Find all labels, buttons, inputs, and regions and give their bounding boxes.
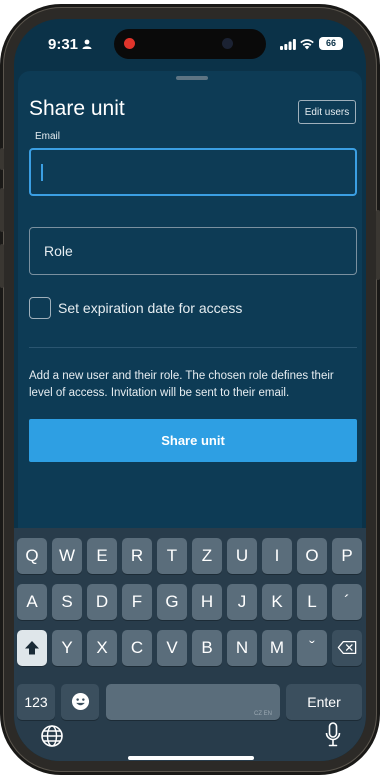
key[interactable]: I [262, 538, 292, 574]
key[interactable]: E [87, 538, 117, 574]
person-icon [82, 39, 92, 49]
space-language-hint: CZ EN [254, 711, 272, 717]
key[interactable]: J [227, 584, 257, 620]
text-caret [41, 164, 43, 181]
key[interactable]: N [227, 630, 257, 666]
page-title: Share unit [29, 97, 125, 120]
numbers-key[interactable]: 123 [17, 684, 55, 720]
keyboard: Q W E R T Z U I O P A S D F G H J K L ´ … [14, 528, 366, 761]
key[interactable]: G [157, 584, 187, 620]
home-indicator[interactable] [128, 756, 254, 760]
email-label: Email [35, 131, 61, 142]
return-key[interactable]: Enter [286, 684, 362, 720]
sheet-grabber[interactable] [176, 76, 208, 80]
key[interactable]: O [297, 538, 327, 574]
expiration-label: Set expiration date for access [58, 300, 243, 316]
key[interactable]: K [262, 584, 292, 620]
backspace-icon [337, 640, 357, 655]
key[interactable]: F [122, 584, 152, 620]
key[interactable]: Z [192, 538, 222, 574]
edit-users-button[interactable]: Edit users [298, 100, 356, 124]
volume-down-button [0, 244, 4, 288]
share-unit-button[interactable]: Share unit [29, 419, 357, 462]
divider [29, 347, 357, 348]
key[interactable]: Q [17, 538, 47, 574]
signal-icon [280, 39, 296, 50]
camera-icon [222, 38, 233, 49]
role-select[interactable]: Role [29, 227, 357, 275]
battery-icon: 66 [319, 37, 343, 50]
expiration-checkbox[interactable] [29, 297, 51, 319]
mic-icon[interactable] [325, 722, 341, 748]
globe-icon[interactable] [40, 724, 64, 748]
key[interactable]: U [227, 538, 257, 574]
key[interactable]: D [87, 584, 117, 620]
key[interactable]: H [192, 584, 222, 620]
expiration-row[interactable]: Set expiration date for access [29, 297, 357, 321]
emoji-icon [71, 692, 89, 711]
dynamic-island [114, 29, 266, 59]
key[interactable]: X [87, 630, 117, 666]
space-key[interactable]: CZ EN [106, 684, 280, 720]
key[interactable]: Y [52, 630, 82, 666]
key[interactable]: ˇ [297, 630, 327, 666]
email-field[interactable] [29, 148, 357, 196]
volume-up-button [0, 188, 4, 232]
key[interactable]: P [332, 538, 362, 574]
wifi-icon [300, 39, 314, 50]
status-bar: 9:31 66 [14, 19, 366, 69]
key[interactable]: S [52, 584, 82, 620]
help-text: Add a new user and their role. The chose… [29, 370, 334, 399]
power-button [376, 210, 380, 280]
record-indicator-icon [124, 38, 135, 49]
backspace-key[interactable] [332, 630, 362, 666]
status-time: 9:31 [48, 36, 79, 53]
key[interactable]: L [297, 584, 327, 620]
key[interactable]: R [122, 538, 152, 574]
key[interactable]: A [17, 584, 47, 620]
emoji-key[interactable] [61, 684, 99, 720]
key[interactable]: ´ [332, 584, 362, 620]
key[interactable]: C [122, 630, 152, 666]
shift-icon [25, 641, 39, 655]
action-button [0, 148, 4, 170]
role-label: Role [44, 243, 73, 259]
key[interactable]: B [192, 630, 222, 666]
key[interactable]: V [157, 630, 187, 666]
phone-screen: 9:31 66 Share unit Edit users Email Role… [14, 19, 366, 761]
key[interactable]: T [157, 538, 187, 574]
shift-key[interactable] [17, 630, 47, 666]
key[interactable]: M [262, 630, 292, 666]
key[interactable]: W [52, 538, 82, 574]
